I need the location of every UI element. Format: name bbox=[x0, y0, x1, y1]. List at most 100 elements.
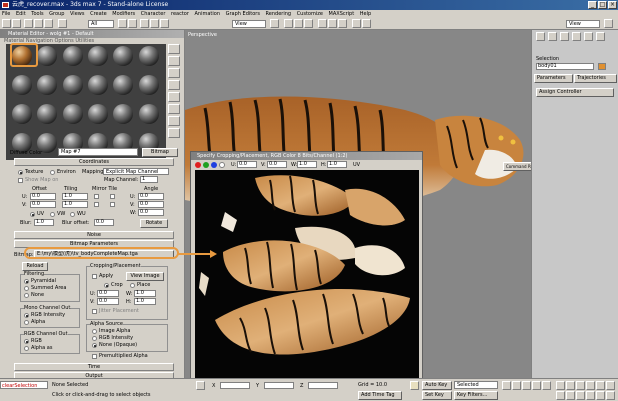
zoom-all-icon[interactable] bbox=[566, 381, 575, 390]
sample-slot[interactable] bbox=[88, 46, 108, 66]
viewport-config-icon[interactable] bbox=[606, 391, 615, 400]
selection-filter-dropdown[interactable]: All bbox=[88, 20, 114, 28]
sample-slot[interactable] bbox=[37, 104, 58, 124]
sample-slot[interactable] bbox=[37, 46, 58, 66]
render-type-dropdown[interactable]: View bbox=[566, 20, 600, 28]
sample-slot[interactable] bbox=[113, 75, 134, 95]
texture-radio[interactable] bbox=[18, 170, 23, 175]
reference-coord-dropdown[interactable]: View bbox=[232, 20, 266, 28]
sample-slot[interactable] bbox=[88, 104, 108, 124]
sample-slot[interactable] bbox=[113, 46, 134, 66]
key-filters-button[interactable]: Key Filters... bbox=[454, 391, 498, 400]
v-mirror-checkbox[interactable] bbox=[94, 202, 99, 207]
z-coord-field[interactable] bbox=[308, 382, 338, 389]
key-selection-dropdown[interactable]: Selected bbox=[454, 381, 498, 389]
jitter-checkbox[interactable] bbox=[92, 309, 97, 314]
menu-create[interactable]: Create bbox=[90, 11, 107, 17]
none-filter-radio[interactable] bbox=[24, 293, 29, 298]
x-coord-field[interactable] bbox=[220, 382, 250, 389]
maximize-button[interactable]: □ bbox=[598, 1, 607, 9]
fov-icon[interactable] bbox=[556, 391, 565, 400]
region-zoom-icon[interactable] bbox=[566, 391, 575, 400]
render-setup-icon[interactable] bbox=[352, 19, 361, 28]
alpha-radio[interactable] bbox=[24, 320, 29, 325]
image-alpha-radio[interactable] bbox=[92, 329, 97, 334]
play-icon[interactable] bbox=[522, 381, 531, 390]
sample-slot[interactable] bbox=[62, 75, 83, 95]
crop-window-v-field[interactable]: 0.0 bbox=[267, 161, 287, 168]
red-channel-icon[interactable] bbox=[195, 162, 201, 168]
pyramidal-radio[interactable] bbox=[24, 279, 29, 284]
sample-slot[interactable] bbox=[113, 104, 134, 124]
layers-icon[interactable] bbox=[304, 19, 313, 28]
menu-rendering[interactable]: Rendering bbox=[266, 11, 292, 17]
auto-key-button[interactable]: Auto Key bbox=[422, 381, 452, 390]
wu-radio[interactable] bbox=[70, 212, 75, 217]
sample-slot[interactable] bbox=[138, 46, 159, 66]
unlink-icon[interactable] bbox=[34, 19, 43, 28]
alpha-channel-icon[interactable] bbox=[219, 162, 225, 168]
sample-slot[interactable] bbox=[37, 75, 58, 95]
curve-editor-icon[interactable] bbox=[318, 19, 327, 28]
sample-slot[interactable] bbox=[138, 75, 159, 95]
crop-radio[interactable] bbox=[104, 283, 109, 288]
goto-end-icon[interactable] bbox=[542, 381, 551, 390]
object-color-swatch[interactable] bbox=[598, 63, 606, 70]
sample-slot[interactable] bbox=[12, 75, 32, 95]
zoom-extents-icon[interactable] bbox=[576, 381, 585, 390]
uv-tiling-icon[interactable] bbox=[168, 80, 180, 90]
next-frame-icon[interactable] bbox=[532, 381, 541, 390]
make-preview-icon[interactable] bbox=[168, 104, 180, 114]
map-channel-field[interactable]: 1 bbox=[140, 176, 158, 183]
crop-window-h-field[interactable]: 1.0 bbox=[327, 161, 347, 168]
backlight-icon[interactable] bbox=[168, 56, 180, 66]
w-angle-field[interactable]: 0.0 bbox=[138, 209, 164, 216]
menu-modifiers[interactable]: Modifiers bbox=[112, 11, 135, 17]
rgb-intensity-radio[interactable] bbox=[24, 313, 29, 318]
material-editor-icon[interactable] bbox=[338, 19, 347, 28]
align-icon[interactable] bbox=[294, 19, 303, 28]
create-tab-icon[interactable] bbox=[536, 32, 545, 41]
move-icon[interactable] bbox=[140, 19, 149, 28]
sample-type-icon[interactable] bbox=[168, 44, 180, 54]
menu-graph-editors[interactable]: Graph Editors bbox=[226, 11, 260, 17]
u-mirror-checkbox[interactable] bbox=[94, 194, 99, 199]
absolute-mode-icon[interactable] bbox=[410, 381, 419, 390]
pivot-icon[interactable] bbox=[270, 19, 279, 28]
texture-preview[interactable] bbox=[195, 170, 419, 380]
map-type-button[interactable]: Bitmap bbox=[142, 148, 178, 157]
rotate-icon[interactable] bbox=[150, 19, 159, 28]
zoom-icon[interactable] bbox=[556, 381, 565, 390]
summed-area-radio[interactable] bbox=[24, 286, 29, 291]
select-by-name-icon[interactable] bbox=[118, 19, 127, 28]
menu-character[interactable]: Character bbox=[141, 11, 166, 17]
walk-icon[interactable] bbox=[576, 391, 585, 400]
video-check-icon[interactable] bbox=[168, 92, 180, 102]
green-channel-icon[interactable] bbox=[203, 162, 209, 168]
rotate-button[interactable]: Rotate bbox=[140, 219, 168, 228]
add-time-tag-button[interactable]: Add Time Tag bbox=[358, 391, 402, 400]
render-frame-icon[interactable] bbox=[362, 19, 371, 28]
v-offset-field[interactable]: 0.0 bbox=[30, 201, 56, 208]
object-name-field[interactable]: body01 bbox=[536, 63, 594, 70]
schematic-icon[interactable] bbox=[328, 19, 337, 28]
undo-icon[interactable] bbox=[2, 19, 11, 28]
redo-icon[interactable] bbox=[12, 19, 21, 28]
grid-icon[interactable] bbox=[596, 391, 605, 400]
crop-v-field[interactable]: 0.0 bbox=[97, 298, 119, 305]
crop-window-w-field[interactable]: 1.0 bbox=[297, 161, 317, 168]
view-image-button[interactable]: View Image bbox=[126, 272, 164, 281]
maximize-viewport-icon[interactable] bbox=[606, 381, 615, 390]
sample-slot[interactable] bbox=[62, 104, 83, 124]
motion-tab-icon[interactable] bbox=[572, 32, 581, 41]
menu-reactor[interactable]: reactor bbox=[171, 11, 189, 17]
premultiplied-checkbox[interactable] bbox=[92, 354, 97, 359]
crop-w-field[interactable]: 1.0 bbox=[134, 290, 156, 297]
orbit-icon[interactable] bbox=[596, 381, 605, 390]
menu-views[interactable]: Views bbox=[70, 11, 84, 17]
maxscript-listener[interactable]: clearSelection bbox=[0, 381, 48, 389]
region-select-icon[interactable] bbox=[128, 19, 137, 28]
menu-animation[interactable]: Animation bbox=[195, 11, 221, 17]
menu-maxscript[interactable]: MAXScript bbox=[329, 11, 355, 17]
u-tiling-field[interactable]: 1.0 bbox=[62, 193, 88, 200]
